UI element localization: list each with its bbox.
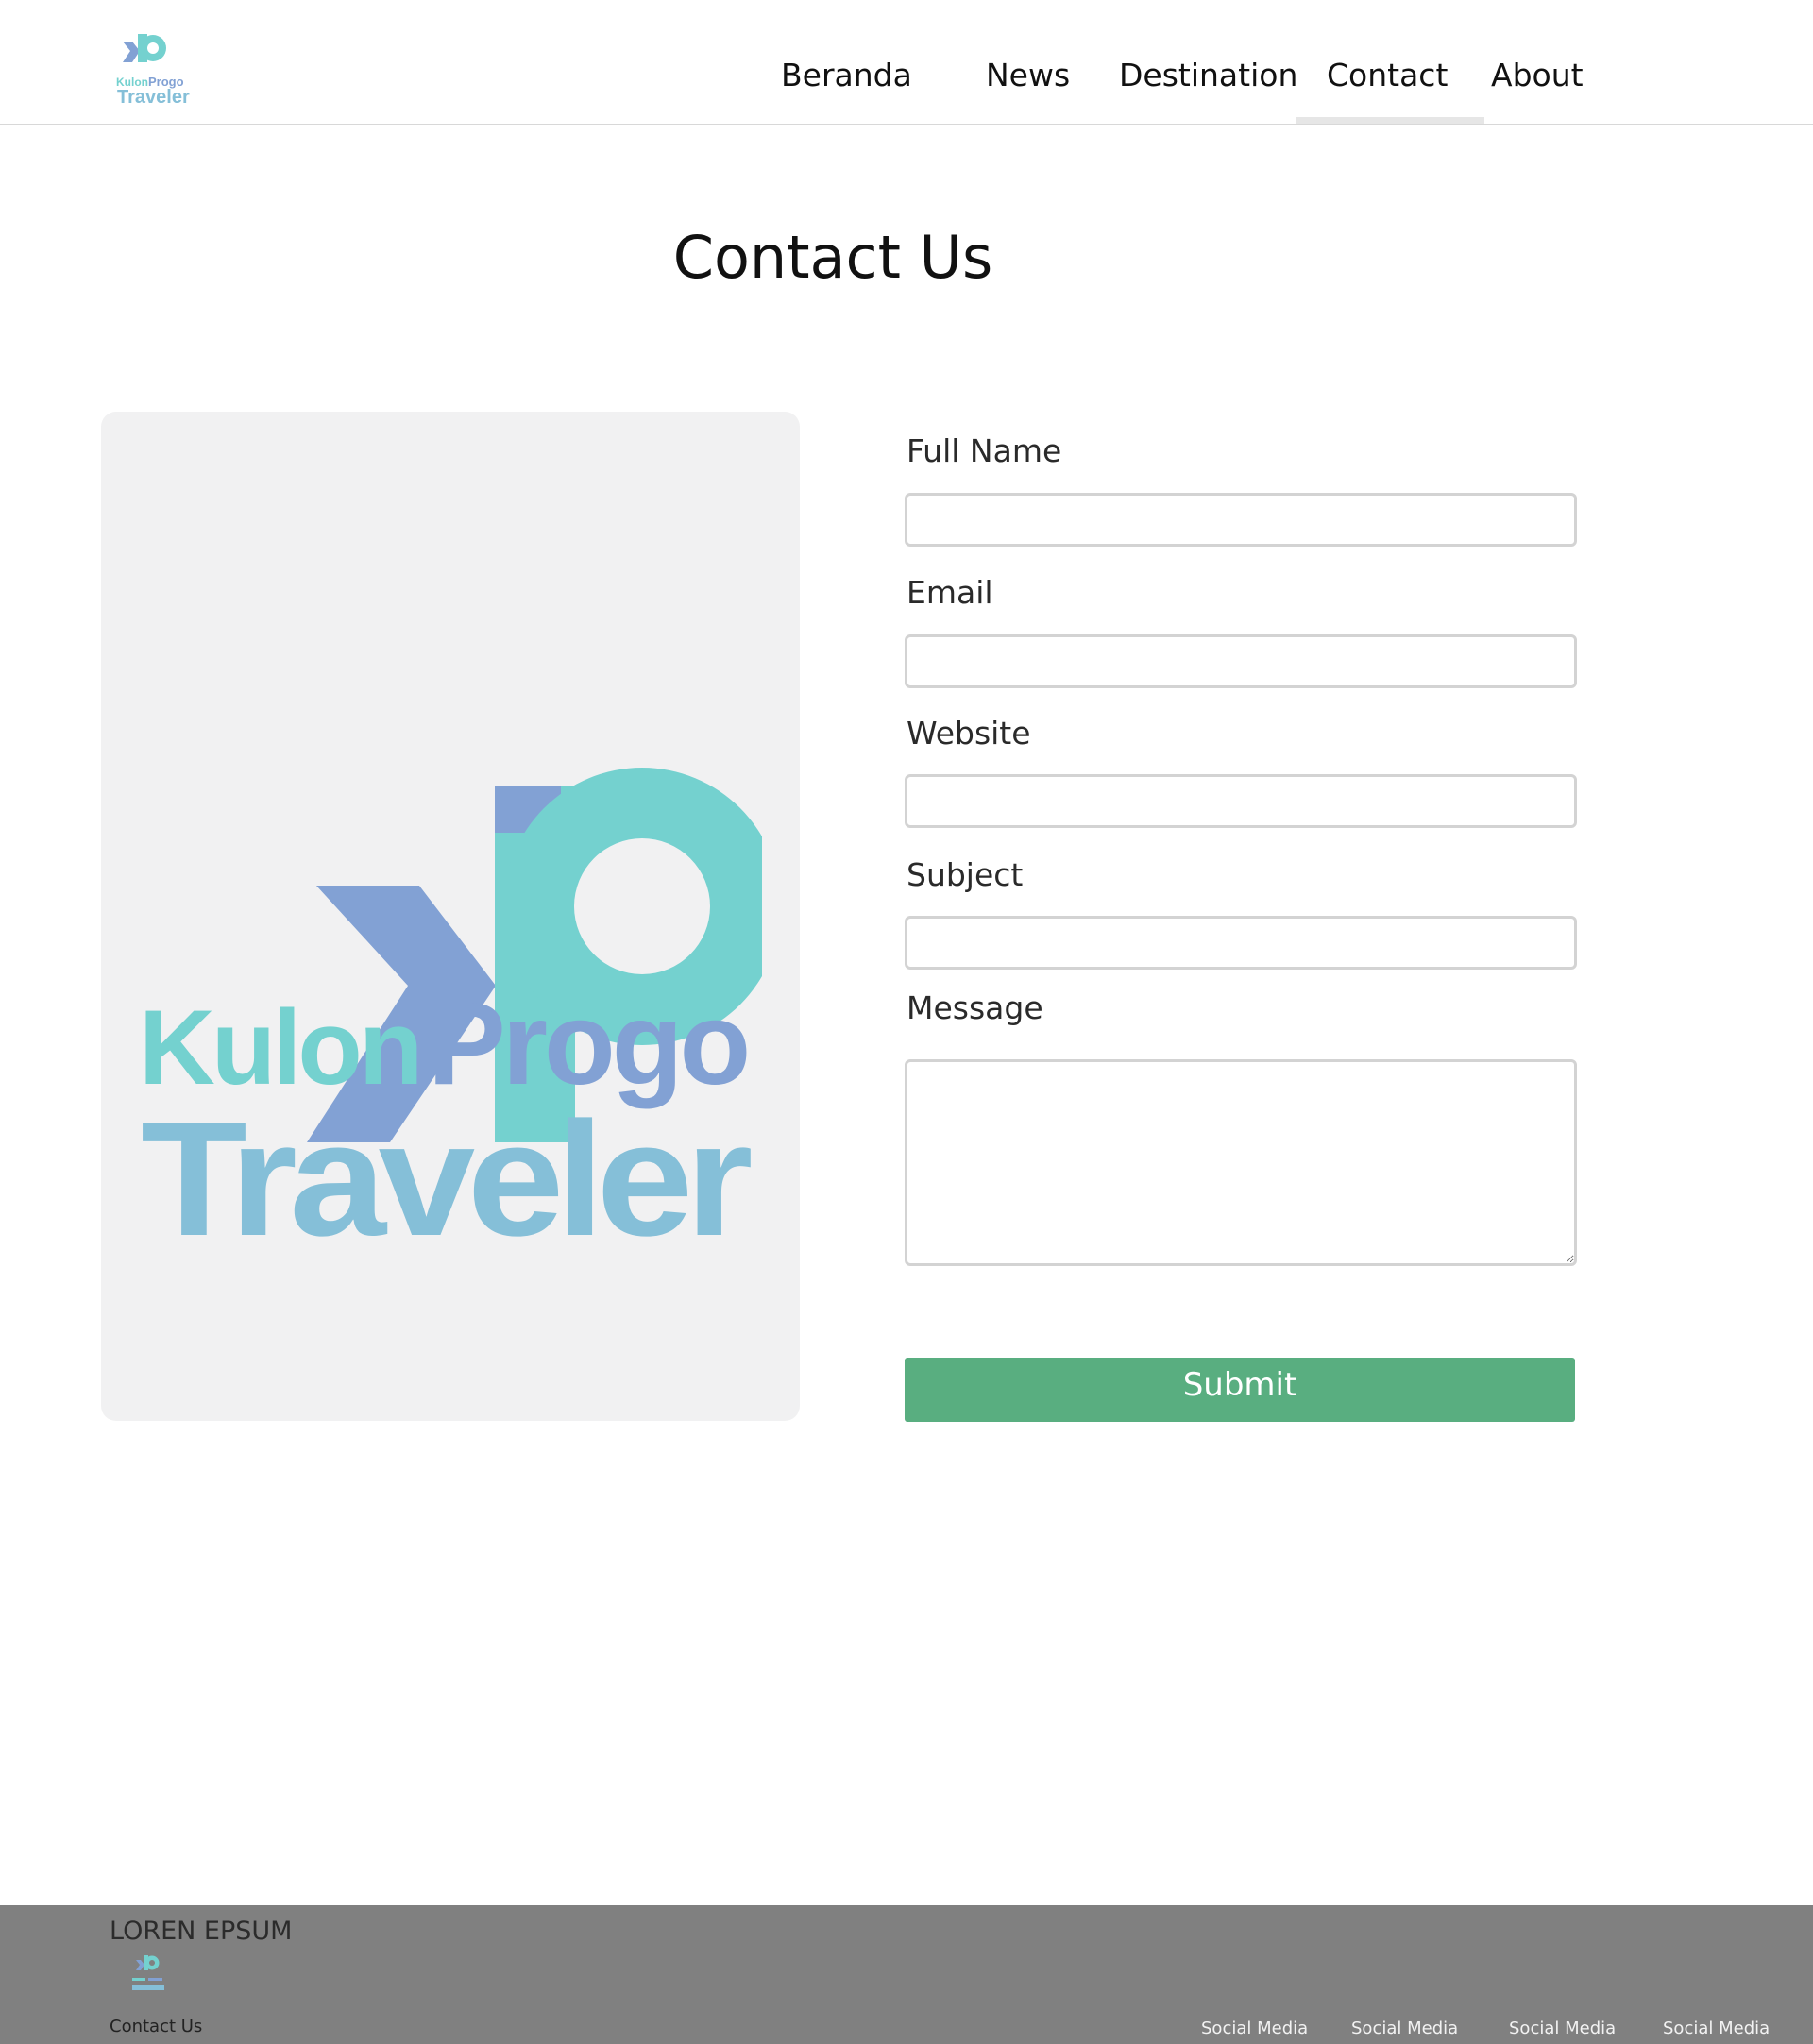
nav-item-destination[interactable]: Destination bbox=[1119, 57, 1297, 93]
nav-item-beranda[interactable]: Beranda bbox=[781, 57, 912, 93]
logo-card: Kulon Progo Traveler bbox=[101, 412, 800, 1421]
full-name-field[interactable] bbox=[905, 493, 1577, 547]
nav-active-indicator bbox=[1296, 117, 1484, 124]
submit-button[interactable]: Submit bbox=[905, 1358, 1575, 1422]
logo-text-traveler: Traveler bbox=[117, 87, 190, 108]
full-name-label: Full Name bbox=[906, 432, 1062, 469]
footer-logo-icon bbox=[132, 1955, 164, 1990]
message-label: Message bbox=[906, 989, 1043, 1026]
logo-word-traveler: Traveler bbox=[141, 1089, 752, 1270]
subject-label: Subject bbox=[906, 856, 1024, 893]
page-title: Contact Us bbox=[672, 223, 993, 292]
site-footer: LOREN EPSUM Contact Us Social Media Soci… bbox=[0, 1905, 1813, 2044]
website-field[interactable] bbox=[905, 774, 1577, 828]
social-media-link-2[interactable]: Social Media bbox=[1351, 2019, 1458, 2038]
message-field[interactable] bbox=[905, 1059, 1577, 1266]
social-media-link-4[interactable]: Social Media bbox=[1663, 2019, 1770, 2038]
nav-item-about[interactable]: About bbox=[1491, 57, 1584, 93]
nav-item-contact[interactable]: Contact bbox=[1327, 57, 1448, 93]
social-media-link-3[interactable]: Social Media bbox=[1509, 2019, 1616, 2038]
brand-logo-icon[interactable]: Kulon Progo Traveler bbox=[113, 28, 191, 110]
website-label: Website bbox=[906, 715, 1031, 752]
logo-wordmark: Kulon Progo Traveler bbox=[139, 979, 759, 1270]
email-label: Email bbox=[906, 574, 993, 611]
footer-brand: LOREN EPSUM bbox=[110, 1917, 293, 1946]
nav-item-news[interactable]: News bbox=[986, 57, 1070, 93]
email-field[interactable] bbox=[905, 634, 1577, 688]
social-media-link-1[interactable]: Social Media bbox=[1201, 2019, 1308, 2038]
footer-contact-link[interactable]: Contact Us bbox=[110, 2017, 202, 2036]
subject-field[interactable] bbox=[905, 916, 1577, 970]
site-header: Kulon Progo Traveler Beranda News Destin… bbox=[0, 0, 1813, 125]
